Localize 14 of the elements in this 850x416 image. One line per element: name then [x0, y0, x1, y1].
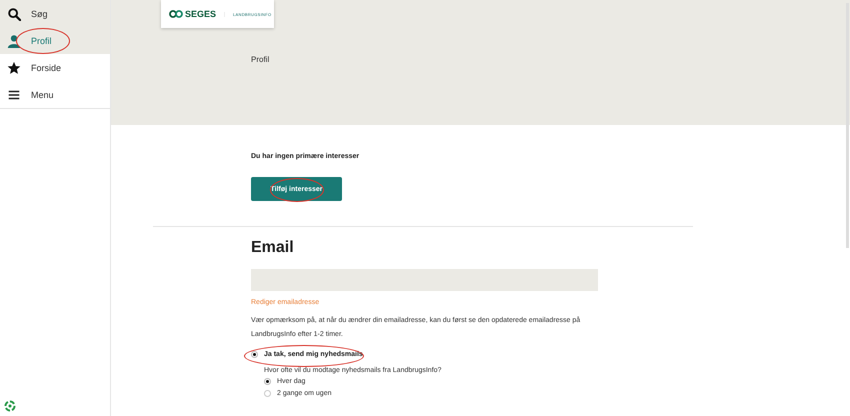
rings-icon [169, 10, 183, 18]
sidebar-item[interactable]: Menu [0, 81, 110, 108]
logo-text: SEGES [185, 9, 216, 19]
scrollbar[interactable] [846, 3, 849, 248]
search-icon [7, 6, 21, 20]
sidebar-item[interactable]: Søg [0, 0, 110, 27]
sidebar-item[interactable]: Forside [0, 54, 110, 81]
star-icon [7, 60, 21, 74]
sidebar-item[interactable]: Profil [0, 27, 110, 54]
section-heading: Email [251, 239, 295, 257]
loading-icon [4, 400, 16, 412]
email-field[interactable] [251, 269, 598, 291]
person-icon [7, 34, 21, 48]
page-title: Profil [251, 55, 270, 64]
